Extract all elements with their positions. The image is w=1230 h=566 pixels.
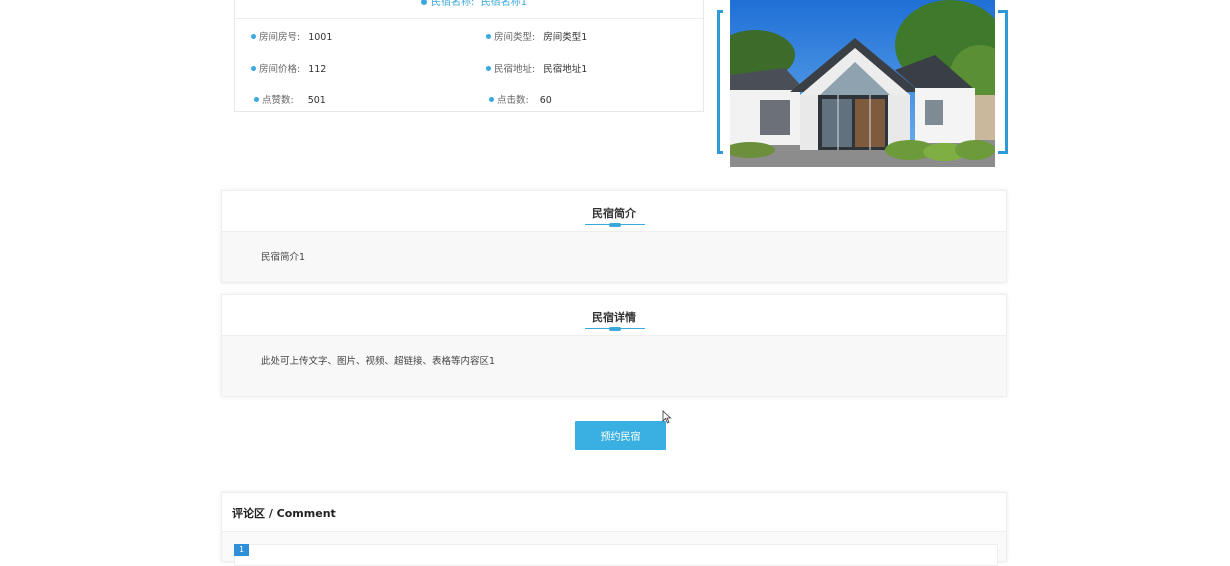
- field-label: 房间类型:: [494, 32, 536, 43]
- field-value: 112: [308, 64, 327, 75]
- homestay-name-value: 民宿名称1: [480, 0, 528, 8]
- bullet-icon: [486, 66, 491, 71]
- homestay-name: 民宿名称: 民宿名称1: [421, 0, 527, 8]
- field-label: 房间房号:: [259, 32, 301, 43]
- bullet-icon: [486, 34, 491, 39]
- intro-section-content: 民宿简介1: [261, 252, 306, 263]
- field-value: 1001: [308, 32, 333, 43]
- detail-section-content: 此处可上传文字、图片、视频、超链接、表格等内容区1: [261, 356, 496, 367]
- homestay-name-label: 民宿名称:: [431, 0, 475, 8]
- field-value: 房间类型1: [543, 32, 588, 43]
- field-room-type: 房间类型: 房间类型1: [486, 29, 587, 43]
- bullet-icon: [251, 66, 256, 71]
- info-card-header: 民宿名称: 民宿名称1: [235, 0, 703, 19]
- intro-section: 民宿简介 民宿简介1: [221, 190, 1007, 283]
- homestay-info-card: 民宿名称: 民宿名称1 房间房号: 1001 房间类型: 房间类型1 房间价格: 11…: [234, 0, 704, 112]
- comment-item: [234, 544, 998, 566]
- field-value: 60: [539, 95, 552, 106]
- field-label: 房间价格:: [259, 64, 301, 75]
- homestay-photo[interactable]: [730, 0, 995, 167]
- comment-section: 评论区 / Comment 1: [221, 492, 1007, 566]
- comment-section-title: 评论区 / Comment: [232, 507, 336, 520]
- field-value: 501: [307, 95, 326, 106]
- field-room-price: 房间价格: 112: [251, 61, 326, 75]
- comment-index-badge: 1: [234, 544, 249, 556]
- reserve-button[interactable]: 预约民宿: [575, 421, 666, 450]
- field-label: 点赞数:: [262, 95, 294, 106]
- bullet-icon: [489, 97, 494, 102]
- field-likes: 点赞数: 501: [254, 92, 326, 106]
- intro-section-header: 民宿简介: [222, 191, 1006, 232]
- detail-section-header: 民宿详情: [222, 295, 1006, 336]
- field-address: 民宿地址: 民宿地址1: [486, 61, 587, 75]
- field-clicks: 点击数: 60: [489, 92, 552, 106]
- field-value: 民宿地址1: [543, 64, 588, 75]
- bullet-icon: [251, 34, 256, 39]
- bullet-icon: [254, 97, 259, 102]
- title-underline: [585, 222, 645, 227]
- photo-frame-right: [998, 10, 1008, 154]
- field-label: 民宿地址:: [494, 64, 536, 75]
- intro-section-title: 民宿简介: [592, 207, 636, 220]
- field-room-number: 房间房号: 1001: [251, 29, 332, 43]
- detail-section: 民宿详情 此处可上传文字、图片、视频、超链接、表格等内容区1: [221, 294, 1007, 397]
- detail-section-title: 民宿详情: [592, 311, 636, 324]
- mouse-cursor-icon: [662, 410, 672, 424]
- photo-frame-left: [717, 10, 723, 154]
- comment-section-header: 评论区 / Comment: [222, 493, 1006, 532]
- title-underline: [585, 326, 645, 331]
- field-label: 点击数:: [497, 95, 529, 106]
- homestay-photo-container: [716, 0, 1008, 170]
